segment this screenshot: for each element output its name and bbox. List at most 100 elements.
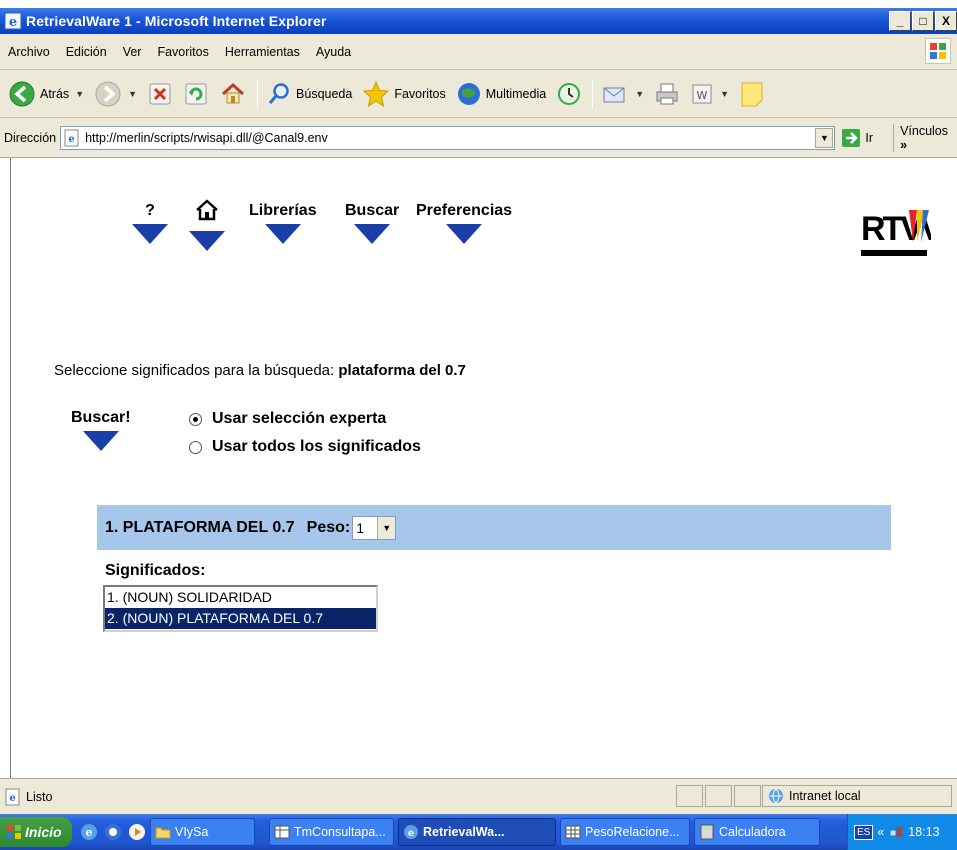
nav-home[interactable] bbox=[189, 198, 225, 251]
print-icon bbox=[656, 83, 678, 104]
refresh-button[interactable] bbox=[183, 81, 209, 107]
edit-dropdown-icon[interactable]: ▼ bbox=[720, 89, 729, 99]
search-arrow-icon[interactable] bbox=[354, 224, 391, 244]
nav-search[interactable]: Buscar bbox=[345, 202, 399, 244]
peso-select[interactable]: 1 ▼ bbox=[352, 515, 397, 540]
task-retrievalware[interactable]: e RetrievalWa... bbox=[398, 818, 556, 846]
task-tmconsulta[interactable]: TmConsultapa... bbox=[269, 818, 394, 846]
search-icon bbox=[268, 82, 289, 104]
back-button[interactable]: Atrás ▼ bbox=[8, 80, 84, 108]
network-icon[interactable] bbox=[888, 824, 904, 840]
buscar-button[interactable]: Buscar! bbox=[71, 409, 131, 451]
window-title-bar[interactable]: e RetrievalWare 1 - Microsoft Internet E… bbox=[0, 8, 957, 34]
media-quicklaunch-icon[interactable] bbox=[128, 823, 146, 841]
preferences-label: Preferencias bbox=[416, 202, 513, 219]
rtvv-logo: RTVV bbox=[859, 202, 946, 266]
stop-button[interactable] bbox=[147, 81, 173, 107]
security-zone[interactable]: Intranet local bbox=[762, 785, 952, 807]
option-expert[interactable]: Usar selección experta bbox=[189, 410, 386, 428]
home-arrow-icon[interactable] bbox=[189, 231, 225, 251]
windows-flag-icon bbox=[925, 38, 951, 64]
preferences-arrow-icon[interactable] bbox=[446, 224, 483, 244]
close-button[interactable]: X bbox=[935, 11, 957, 31]
home-icon bbox=[196, 199, 218, 221]
messenger-button[interactable] bbox=[739, 80, 765, 108]
links-button[interactable]: Vínculos » bbox=[893, 123, 957, 152]
mail-dropdown-icon[interactable]: ▼ bbox=[635, 89, 644, 99]
page-icon: e bbox=[64, 129, 79, 146]
nav-preferences[interactable]: Preferencias bbox=[416, 202, 512, 244]
address-dropdown-icon[interactable]: ▼ bbox=[815, 127, 834, 148]
language-indicator[interactable]: ES bbox=[854, 824, 874, 840]
option-all-meanings[interactable]: Usar todos los significados bbox=[189, 438, 421, 456]
search-label: Búsqueda bbox=[296, 86, 353, 101]
favorites-button[interactable]: Favoritos bbox=[362, 80, 446, 108]
menu-archivo[interactable]: Archivo bbox=[6, 43, 52, 61]
libraries-arrow-icon[interactable] bbox=[264, 224, 301, 244]
go-button[interactable]: Ir bbox=[841, 128, 873, 148]
status-panel bbox=[705, 785, 732, 807]
ie-icon: e bbox=[404, 825, 418, 839]
task-calculadora[interactable]: Calculadora bbox=[694, 818, 820, 846]
address-input[interactable]: e http://merlin/scripts/rwisapi.dll/@Can… bbox=[60, 125, 836, 150]
menu-herramientas[interactable]: Herramientas bbox=[223, 43, 302, 61]
nav-help[interactable]: ? bbox=[132, 202, 168, 244]
svg-text:e: e bbox=[86, 826, 93, 839]
ie-logo-icon: e bbox=[4, 12, 22, 30]
mail-button[interactable]: ▼ bbox=[601, 81, 644, 107]
menu-ver[interactable]: Ver bbox=[121, 43, 144, 61]
address-url: http://merlin/scripts/rwisapi.dll/@Canal… bbox=[85, 130, 328, 145]
menu-ayuda[interactable]: Ayuda bbox=[314, 43, 353, 61]
favorites-star-icon bbox=[363, 80, 390, 107]
history-button[interactable] bbox=[556, 81, 582, 107]
tray-expand-icon[interactable]: « bbox=[877, 825, 884, 839]
forward-dropdown-icon[interactable]: ▼ bbox=[128, 89, 137, 99]
desktop-quicklaunch-icon[interactable] bbox=[104, 823, 122, 841]
menu-favoritos[interactable]: Favoritos bbox=[155, 43, 210, 61]
meanings-listbox[interactable]: 1. (NOUN) SOLIDARIDAD 2. (NOUN) PLATAFOR… bbox=[103, 585, 378, 632]
forward-button[interactable]: ▼ bbox=[94, 80, 137, 108]
home-button[interactable] bbox=[219, 80, 247, 108]
start-label: Inicio bbox=[25, 824, 62, 840]
option-expert-label: Usar selección experta bbox=[212, 410, 387, 427]
edit-button[interactable]: W ▼ bbox=[690, 82, 729, 106]
windows-flag-icon bbox=[7, 825, 21, 839]
svg-text:e: e bbox=[9, 793, 15, 804]
links-chevron-icon: » bbox=[900, 137, 908, 152]
address-bar: Dirección e http://merlin/scripts/rwisap… bbox=[0, 118, 957, 158]
folder-icon bbox=[155, 827, 171, 839]
start-button[interactable]: Inicio bbox=[0, 817, 72, 847]
zone-label: Intranet local bbox=[789, 789, 861, 803]
status-panel bbox=[676, 785, 703, 807]
buscar-arrow-icon[interactable] bbox=[82, 431, 119, 451]
meaning-option[interactable]: 1. (NOUN) SOLIDARIDAD bbox=[105, 587, 376, 608]
status-bar: e Listo Intranet local bbox=[0, 778, 957, 814]
go-arrow-icon bbox=[842, 128, 861, 147]
maximize-button[interactable]: □ bbox=[912, 11, 934, 31]
status-text: Listo bbox=[26, 789, 53, 804]
prompt-text: Seleccione significados para la búsqueda… bbox=[54, 362, 339, 379]
minimize-button[interactable]: _ bbox=[889, 11, 911, 31]
meaning-option-selected[interactable]: 2. (NOUN) PLATAFORMA DEL 0.7 bbox=[105, 608, 376, 629]
note-icon bbox=[741, 82, 763, 106]
back-dropdown-icon[interactable]: ▼ bbox=[75, 89, 84, 99]
option-all-meanings-label: Usar todos los significados bbox=[212, 438, 421, 455]
ie-quicklaunch-icon[interactable]: e bbox=[80, 823, 98, 841]
clock: 18:13 bbox=[908, 825, 940, 839]
task-pesorelaciones[interactable]: PesoRelacione... bbox=[560, 818, 690, 846]
address-label: Dirección bbox=[4, 130, 57, 145]
history-icon bbox=[558, 82, 581, 105]
task-viysa[interactable]: VIySa bbox=[150, 818, 255, 846]
peso-dropdown-icon[interactable]: ▼ bbox=[377, 516, 396, 539]
multimedia-button[interactable]: Multimedia bbox=[456, 81, 546, 107]
help-arrow-icon[interactable] bbox=[132, 224, 168, 244]
task-label: TmConsultapa... bbox=[294, 825, 386, 839]
radio-expert[interactable] bbox=[189, 412, 202, 426]
back-label: Atrás bbox=[40, 86, 70, 101]
radio-all-meanings[interactable] bbox=[189, 440, 202, 454]
nav-libraries[interactable]: Librerías bbox=[249, 202, 317, 244]
print-button[interactable] bbox=[654, 81, 680, 107]
search-button[interactable]: Búsqueda bbox=[266, 81, 352, 107]
meanings-label: Significados: bbox=[105, 562, 206, 579]
menu-edicion[interactable]: Edición bbox=[64, 43, 109, 61]
